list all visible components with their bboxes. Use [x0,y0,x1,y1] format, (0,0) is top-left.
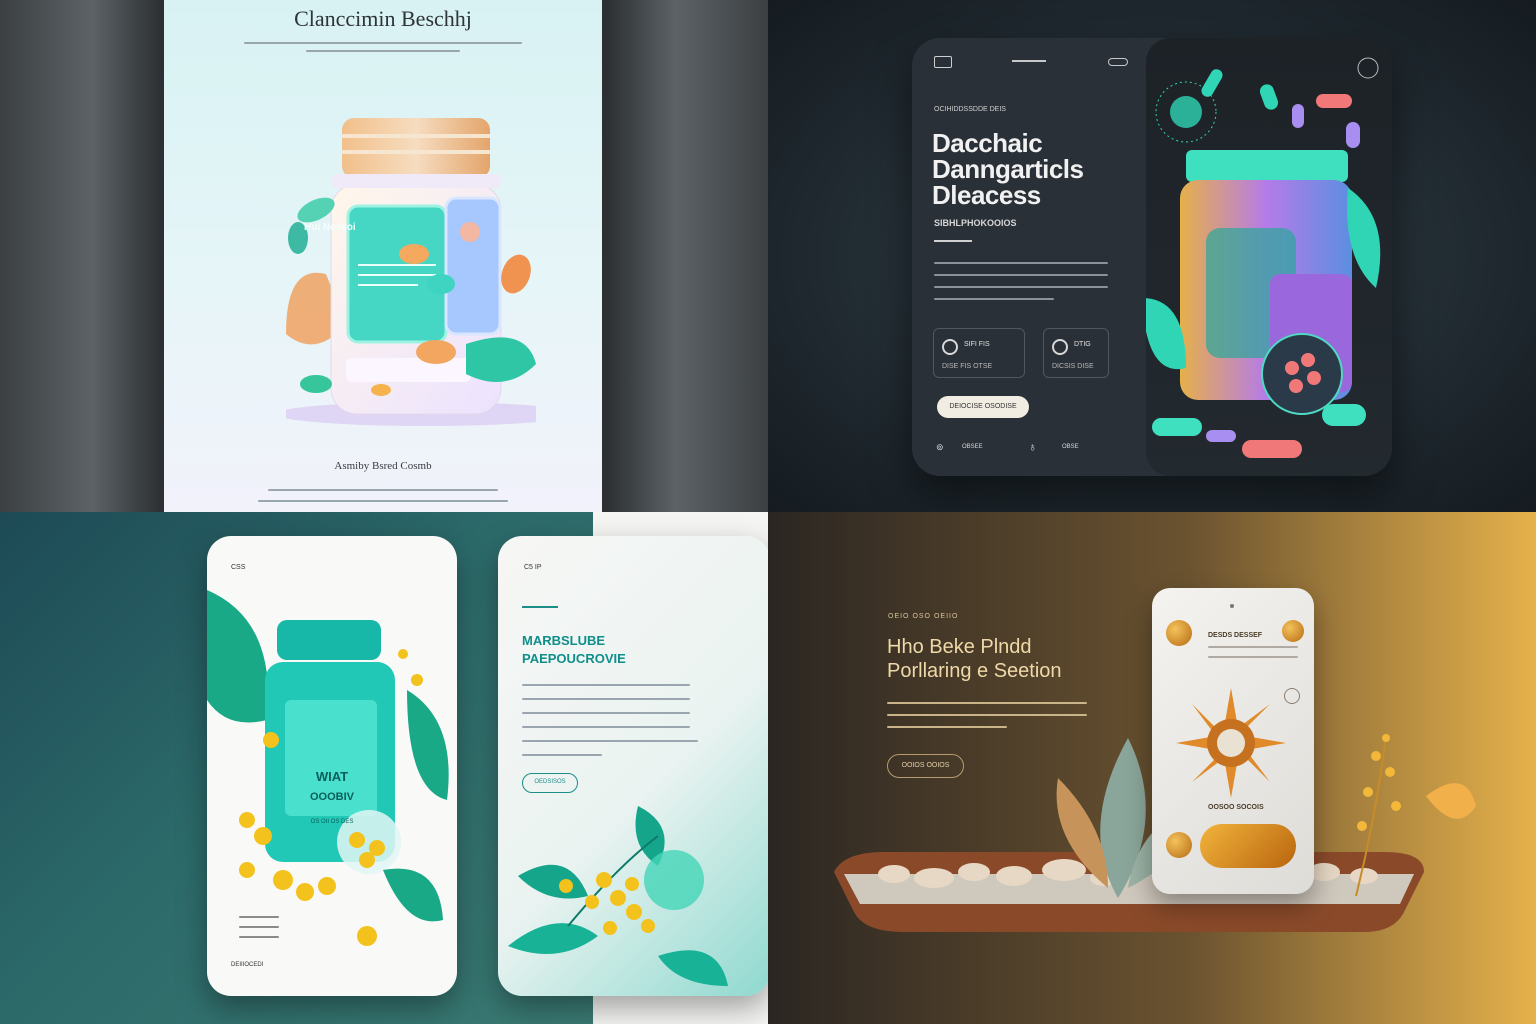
headline-line-1: Hho Beke Plndd [887,636,1032,658]
cta-button[interactable]: OEDSISOS [522,773,578,793]
nav-item-1[interactable]: OBSEE [962,444,983,450]
logo-icon [934,56,952,68]
vitamin-jar-illustration [286,118,536,426]
feature-card-1[interactable]: SIFI FIS DISE FIS OTSE [933,328,1025,378]
small-label: OCIHIDDSSDDE DEIS [934,106,1006,113]
headline-line-3: Dleacess [932,180,1041,210]
page-title: Clanccimin Beschhj [294,6,472,31]
nav-home-icon[interactable]: ⊚ [936,442,944,453]
divider [522,606,558,608]
phone-screen-right: C5 IP MARBSLUBE PAEPOUCROVIE OEDSISOS [498,536,768,996]
herb-sprig [1355,734,1476,896]
jar-text-1: WIAT [315,769,349,784]
nav-link[interactable] [1012,60,1046,62]
info-icon[interactable] [1284,688,1300,704]
capsule-icon [1166,832,1192,858]
dark-landing-card: OCIHIDDSSDDE DEIS Dacchaic Danngarticls … [912,38,1392,476]
phone-product: DESDS DESSEF OOSOO SOCOIS [1152,588,1314,894]
product-showcase [1142,38,1392,476]
feature-card-2[interactable]: DTIG DICSIS DISE [1043,328,1109,378]
small-label: OEIO OSO OEIIO [888,613,959,620]
menu-icon[interactable] [1108,58,1128,66]
headline-line-2: PAEPOUCROVIE [522,651,626,666]
bottom-label: DEIIIOCEDI [231,962,264,968]
camera-dot [1230,604,1234,608]
landing-page-light: Clanccimin Beschhj Hui Nessoi Asmiby Bsr… [164,0,602,512]
jar-label: Hui Nessoi [304,222,356,233]
jar-text-2: OOOBIV [309,791,354,803]
vitamin-bottle-illustration [207,590,449,946]
jar-footer: OS OII OS DES [310,819,354,825]
capsule-icon [1282,620,1304,642]
capsule-pill [1200,824,1296,868]
supplement-jar-illustration [1142,57,1381,458]
product-label-1: DESDS DESSEF [1208,632,1263,639]
target-icon [942,339,958,355]
clock-icon [1052,339,1068,355]
subheading: SIBHLPHOKOOIOS [934,218,1017,228]
divider [934,240,972,242]
headline-line-1: MARBSLUBE [522,633,606,648]
botanical-illustration [508,806,728,986]
screen-label: C5 IP [524,564,542,571]
headline-line-2: Porllaring e Seetion [887,660,1062,682]
panel-herbal-product: OEIO OSO OEIIO Hho Beke Plndd Porllaring… [768,512,1536,1024]
phone-screen-left: CSS WIAT OOOBIV OS OII OS DES DEIIIOCEDI [207,536,457,996]
panel-supplement-dark: OCIHIDDSSDDE DEIS Dacchaic Danngarticls … [768,0,1536,512]
nav-flask-icon[interactable]: ♁ [1028,440,1037,454]
screen-label: CSS [231,564,246,571]
flower-illustration [1176,688,1286,798]
product-label-2: OOSOO SOCOIS [1208,804,1264,811]
cta-button[interactable]: OOIOS OOIOS [887,754,964,778]
panel-vitamin-jar-light: Clanccimin Beschhj Hui Nessoi Asmiby Bsr… [0,0,768,512]
nav-item-2[interactable]: OBSE [1062,444,1079,450]
capsule-icon [1166,620,1192,646]
caption: Asmiby Bsred Cosmb [334,460,432,472]
panel-mobile-vitamins: CSS WIAT OOOBIV OS OII OS DES DEIIIOCEDI… [0,512,768,1024]
cta-button[interactable]: DEIOCISE OSODISE [937,396,1029,418]
